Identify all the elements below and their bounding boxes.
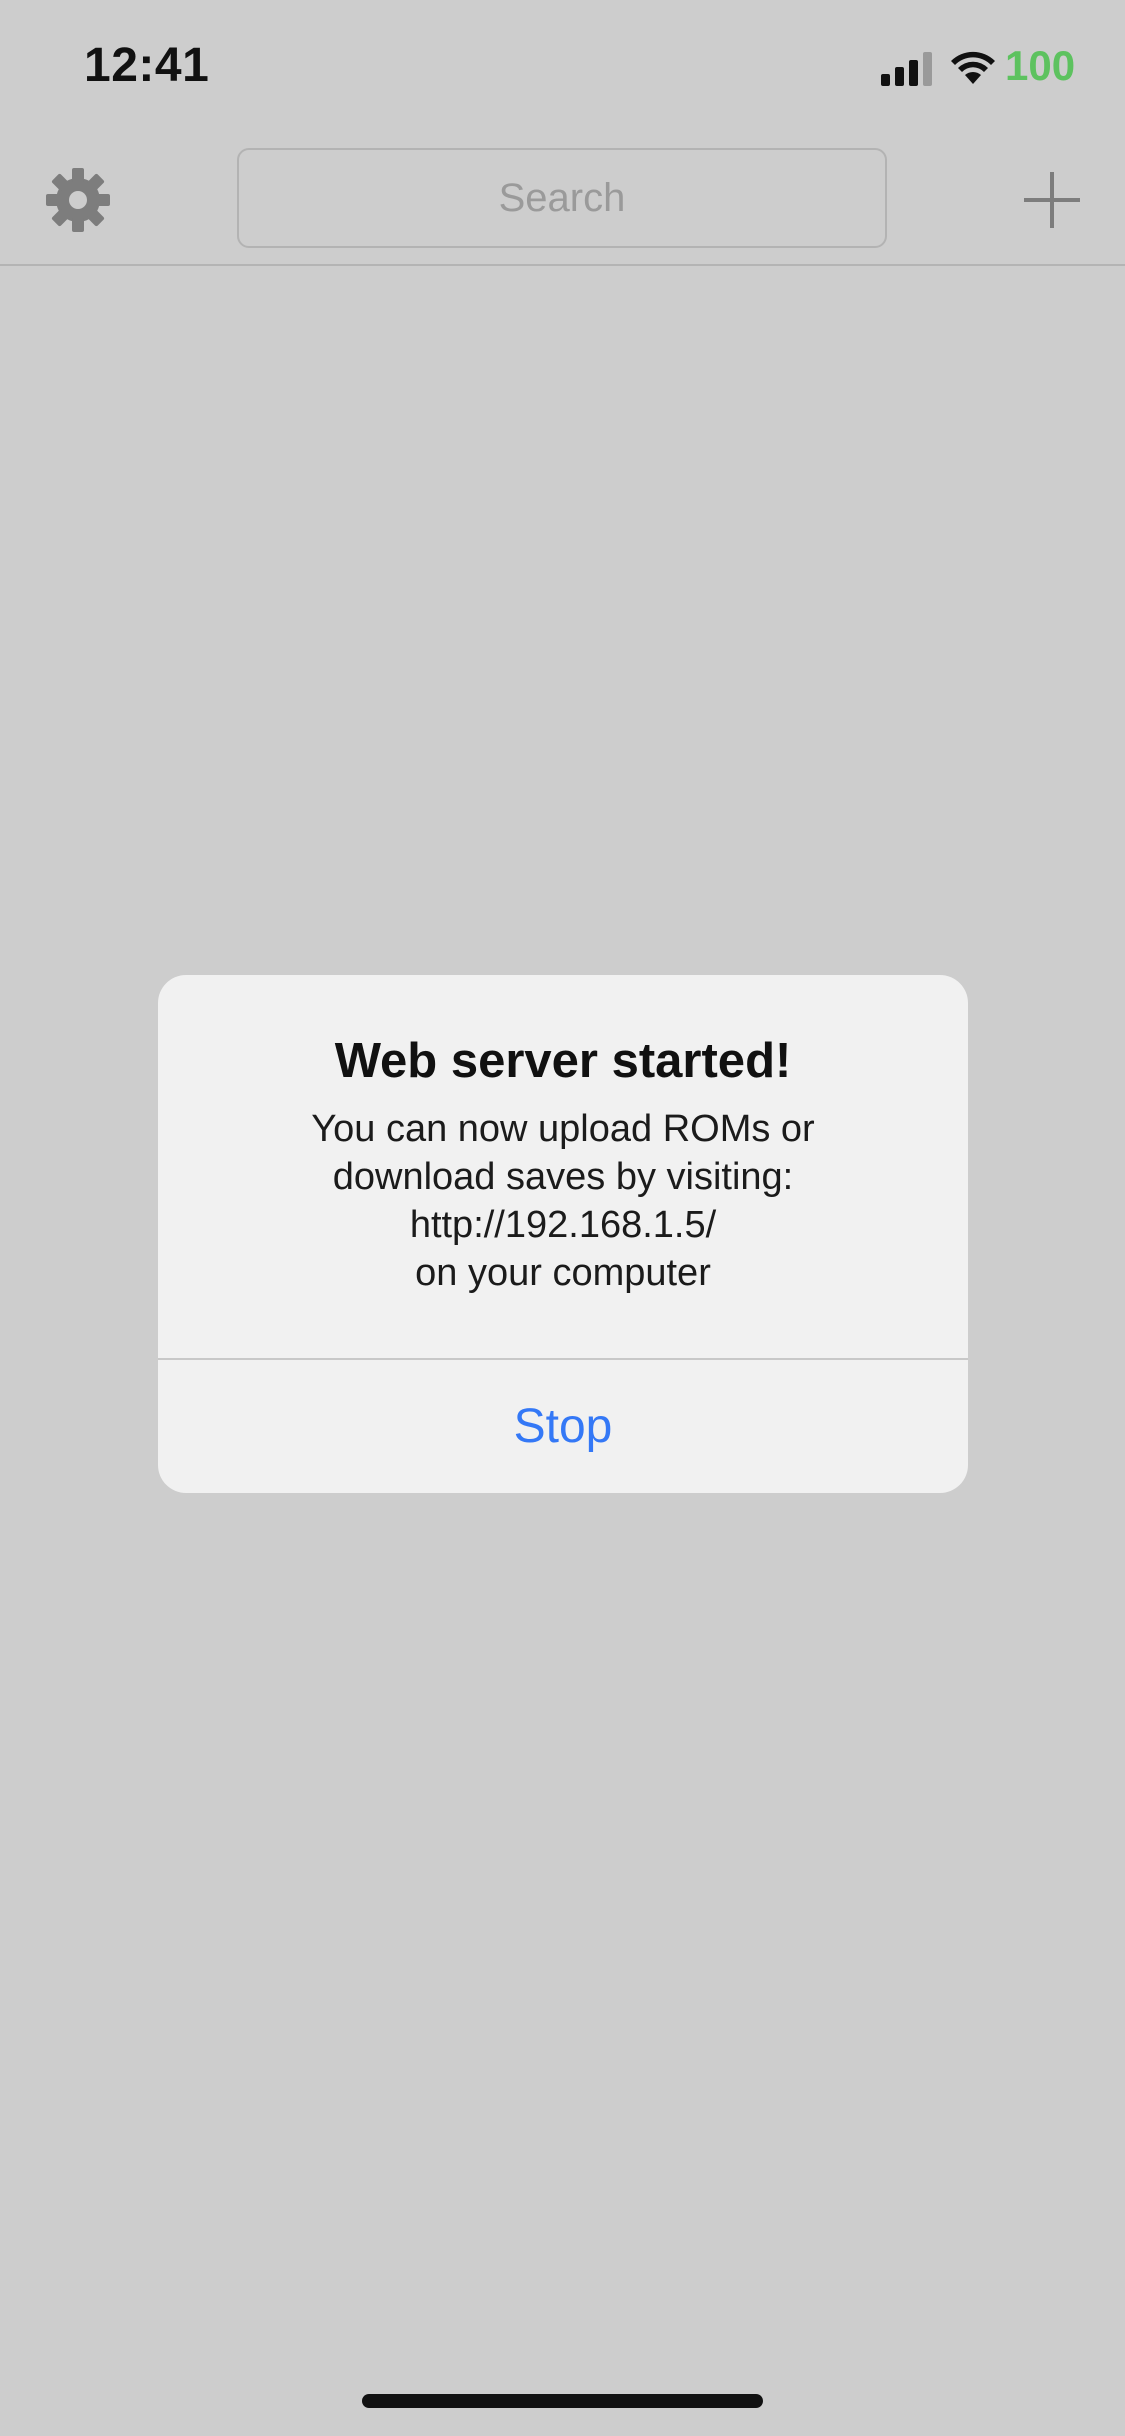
gear-icon[interactable] [44, 166, 112, 234]
navigation-bar: Search [0, 140, 1125, 266]
alert-message-url: http://192.168.1.5/ [409, 1204, 717, 1246]
alert-title: Web server started! [334, 1034, 792, 1088]
alert-message-line: download saves by visiting: [332, 1156, 794, 1198]
alert-message-line: on your computer [415, 1252, 711, 1294]
status-time: 12:41 [84, 39, 210, 92]
alert-message-line: You can now upload ROMs or [311, 1108, 815, 1150]
wifi-icon [951, 51, 995, 84]
plus-icon[interactable] [1024, 172, 1080, 228]
stop-button[interactable]: Stop [158, 1360, 968, 1493]
battery-level: 100 [1005, 42, 1076, 89]
cellular-signal-icon [881, 52, 932, 86]
status-bar: 12:41 100 [0, 0, 1125, 140]
alert-message: You can now upload ROMs or download save… [158, 1105, 968, 1297]
home-indicator[interactable] [362, 2394, 763, 2408]
alert-dialog: Web server started! You can now upload R… [158, 975, 968, 1493]
search-input[interactable]: Search [237, 148, 887, 248]
